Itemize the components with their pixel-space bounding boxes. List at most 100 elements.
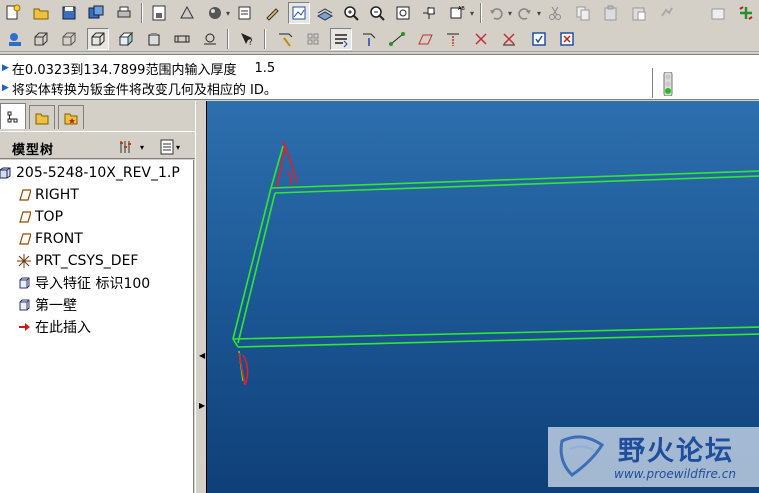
no-hidden-icon[interactable] xyxy=(87,28,109,50)
saved-views-icon[interactable] xyxy=(392,2,414,24)
conversion-notice: 将实体转换为钣金件将改变几何及相应的 ID。 xyxy=(11,82,277,98)
tree-node-top[interactable]: TOP xyxy=(16,206,63,228)
datum-plane-icon xyxy=(16,187,32,203)
redo-icon[interactable] xyxy=(514,2,536,24)
layers-icon[interactable] xyxy=(302,28,324,50)
model-tree-header: 模型树 ▾ ▾ xyxy=(0,131,195,159)
reorient-icon[interactable] xyxy=(366,2,388,24)
tree-node-label: PRT_CSYS_DEF xyxy=(35,253,139,269)
feature-icon xyxy=(16,275,32,291)
model-tree-title: 模型树 xyxy=(12,143,55,158)
wireframe-icon[interactable] xyxy=(30,28,52,50)
settings-tools-icon xyxy=(120,141,131,153)
tree-node-label: 在此插入 xyxy=(35,320,91,336)
open-folder-icon[interactable] xyxy=(30,2,52,24)
spin-tool-icon[interactable] xyxy=(708,2,730,24)
spin-center-icon[interactable] xyxy=(262,2,284,24)
undo-icon[interactable] xyxy=(485,2,507,24)
main-toolbar: ▾ AB ▾ ▾ ▾ xyxy=(0,0,759,26)
tree-settings-button[interactable]: ▾ xyxy=(118,137,144,157)
expand-right-icon[interactable]: ▶ xyxy=(199,401,205,410)
tree-node-label: RIGHT xyxy=(35,187,79,203)
tree-node-first-wall[interactable]: 第一壁 xyxy=(16,294,77,316)
folder-icon xyxy=(35,113,49,124)
tree-node-part[interactable]: 205-5248-10X_REV_1.P xyxy=(0,162,180,184)
hidden-line-icon[interactable] xyxy=(58,28,80,50)
folder-browser-tab[interactable] xyxy=(29,105,55,129)
message-arrow-icon: ▶ xyxy=(2,63,9,73)
datum-planes-icon[interactable] xyxy=(143,28,165,50)
paste-icon[interactable] xyxy=(600,2,622,24)
sketch-tool-icon[interactable] xyxy=(274,28,296,50)
tree-node-label: 205-5248-10X_REV_1.P xyxy=(16,165,180,181)
tree-node-insert-here[interactable]: 在此插入 xyxy=(16,316,91,338)
message-line-info: ▶ 将实体转换为钣金件将改变几何及相应的 ID。 xyxy=(2,78,277,98)
thickness-prompt: 在0.0323到134.7899范围内输入厚度 xyxy=(11,62,237,78)
show-list-icon xyxy=(160,139,174,155)
message-line-prompt: ▶ 在0.0323到134.7899范围内输入厚度 1.5 xyxy=(2,58,275,78)
datum-plane-icon xyxy=(16,209,32,225)
view-toolbar: ? xyxy=(0,26,759,52)
tree-show-button[interactable]: ▾ xyxy=(158,137,180,157)
render-icon[interactable] xyxy=(204,2,226,24)
save-icon[interactable] xyxy=(58,2,80,24)
chevron-down-icon: ▾ xyxy=(176,142,181,152)
datum-points-icon[interactable] xyxy=(199,28,221,50)
flat-wall-icon[interactable] xyxy=(358,28,380,50)
watermark-title: 野火论坛 xyxy=(618,436,734,467)
refit-icon[interactable] xyxy=(340,2,362,24)
corner-relief-icon[interactable] xyxy=(470,28,492,50)
shading-icon[interactable] xyxy=(176,2,198,24)
appearance-icon[interactable] xyxy=(234,2,256,24)
model-display-icon[interactable] xyxy=(148,2,170,24)
watermark-url: www.proewildfire.cn xyxy=(614,467,736,481)
tree-node-label: 第一壁 xyxy=(35,298,77,314)
model-tree-tab-icon xyxy=(7,111,18,122)
spin-view-icon[interactable] xyxy=(418,2,440,24)
collapse-left-icon[interactable]: ◀ xyxy=(199,351,205,360)
save-copy-icon[interactable] xyxy=(85,2,107,24)
part-icon xyxy=(0,165,13,181)
extrude-icon[interactable] xyxy=(330,28,352,50)
info-icon[interactable] xyxy=(4,28,26,50)
tree-node-import-feature[interactable]: 导入特征 标识100 xyxy=(16,272,150,294)
copy-icon[interactable] xyxy=(572,2,594,24)
chevron-down-icon: ▾ xyxy=(140,142,145,152)
cut-icon[interactable] xyxy=(544,2,566,24)
tree-node-label: TOP xyxy=(35,209,64,225)
tree-node-label: 导入特征 标识100 xyxy=(35,276,151,292)
print-icon[interactable] xyxy=(113,2,135,24)
view-list-icon[interactable]: AB xyxy=(446,2,468,24)
thickness-value: 1.5 xyxy=(254,60,276,76)
rip-connect-icon[interactable] xyxy=(442,28,464,50)
paste-special-icon[interactable] xyxy=(628,2,650,24)
zoom-in-icon[interactable] xyxy=(288,2,310,24)
regenerate-icon[interactable] xyxy=(656,2,678,24)
whats-this-icon[interactable]: ? xyxy=(236,28,258,50)
model-tree: 205-5248-10X_REV_1.P RIGHT TOP FRONT PRT… xyxy=(0,160,194,493)
message-area: ▶ 在0.0323到134.7899范围内输入厚度 1.5 ▶ 将实体转换为钣金… xyxy=(0,54,759,100)
accept-icon[interactable] xyxy=(528,28,550,50)
cancel-icon[interactable] xyxy=(556,28,578,50)
unbend-icon[interactable] xyxy=(498,28,520,50)
shaded-icon[interactable] xyxy=(115,28,137,50)
panel-splitter[interactable]: ◀ ▶ xyxy=(195,101,206,493)
favorites-tab[interactable] xyxy=(58,105,84,129)
new-file-icon[interactable] xyxy=(2,2,24,24)
navigator-panel: 模型树 ▾ ▾ 205-5248-10X_REV_1.P RIGHT TOP F… xyxy=(0,101,195,493)
model-tree-tab[interactable] xyxy=(0,103,26,129)
surface-rip-icon[interactable] xyxy=(414,28,436,50)
message-arrow-icon: ▶ xyxy=(2,83,9,93)
regenerate-manager-icon[interactable] xyxy=(735,2,757,24)
svg-text:?: ? xyxy=(248,38,253,48)
tree-node-right[interactable]: RIGHT xyxy=(16,184,79,206)
feature-icon xyxy=(16,297,32,313)
zoom-out-icon[interactable] xyxy=(314,2,336,24)
csys-icon xyxy=(16,253,32,269)
datum-axes-icon[interactable] xyxy=(171,28,193,50)
tree-node-label: FRONT xyxy=(35,231,83,247)
tree-node-csys[interactable]: PRT_CSYS_DEF xyxy=(16,250,138,272)
tree-node-front[interactable]: FRONT xyxy=(16,228,83,250)
edge-rip-icon[interactable] xyxy=(386,28,408,50)
forum-watermark: 野火论坛 www.proewildfire.cn xyxy=(548,427,759,487)
